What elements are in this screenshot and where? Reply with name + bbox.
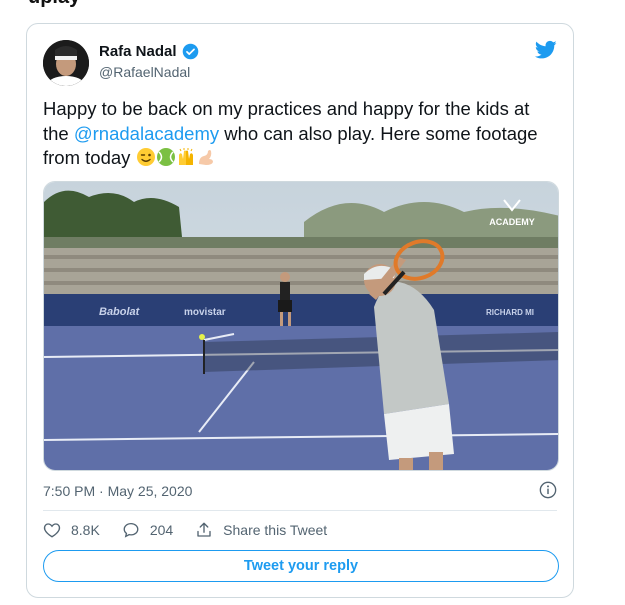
avatar[interactable] [43, 40, 89, 86]
like-count: 8.8K [71, 522, 100, 538]
raising-hands-emoji-icon [176, 147, 196, 174]
embedded-tweet-card[interactable]: Rafa Nadal @RafaelNadal Happy to be back… [26, 23, 574, 598]
info-icon[interactable] [539, 481, 557, 499]
banner-babolat: Babolat [99, 306, 141, 318]
clipped-header-text: uplay [28, 0, 80, 9]
like-button[interactable]: 8.8K [43, 521, 100, 539]
author-name[interactable]: Rafa Nadal [99, 43, 199, 60]
share-icon [197, 522, 211, 537]
tennis-ball-emoji-icon [156, 147, 176, 174]
share-label: Share this Tweet [223, 522, 328, 538]
banner-richard: RICHARD MI [486, 308, 534, 317]
comment-icon [123, 522, 139, 538]
tennis-practice-scene: Babolat movistar RICHARD MI ACADEMY [44, 182, 558, 470]
author-name-text[interactable]: Rafa Nadal [99, 43, 177, 60]
reply-count: 204 [149, 522, 174, 538]
banner-movistar: movistar [184, 307, 226, 318]
tweet-timestamp[interactable]: 7:50 PM · May 25, 2020 [43, 483, 192, 499]
author-handle[interactable]: @RafaelNadal [99, 64, 190, 80]
heart-icon [43, 523, 61, 538]
verified-badge-icon [182, 43, 198, 60]
flexed-biceps-emoji-icon [196, 147, 216, 174]
divider [43, 510, 557, 511]
tweet-video-media[interactable]: Babolat movistar RICHARD MI ACADEMY [43, 181, 559, 471]
winking-face-emoji-icon [136, 147, 156, 174]
twitter-bird-icon[interactable] [535, 40, 557, 60]
share-button[interactable]: Share this Tweet [195, 521, 327, 539]
tweet-actions: 8.8K 204 Share this Tweet [43, 521, 349, 539]
tweet-text: Happy to be back on my practices and hap… [43, 97, 558, 174]
reply-count-button[interactable]: 204 [122, 521, 173, 539]
video-watermark: ACADEMY [489, 217, 535, 227]
mention-link[interactable]: @rnadalacademy [74, 123, 219, 144]
tweet-your-reply-button[interactable]: Tweet your reply [43, 550, 559, 582]
